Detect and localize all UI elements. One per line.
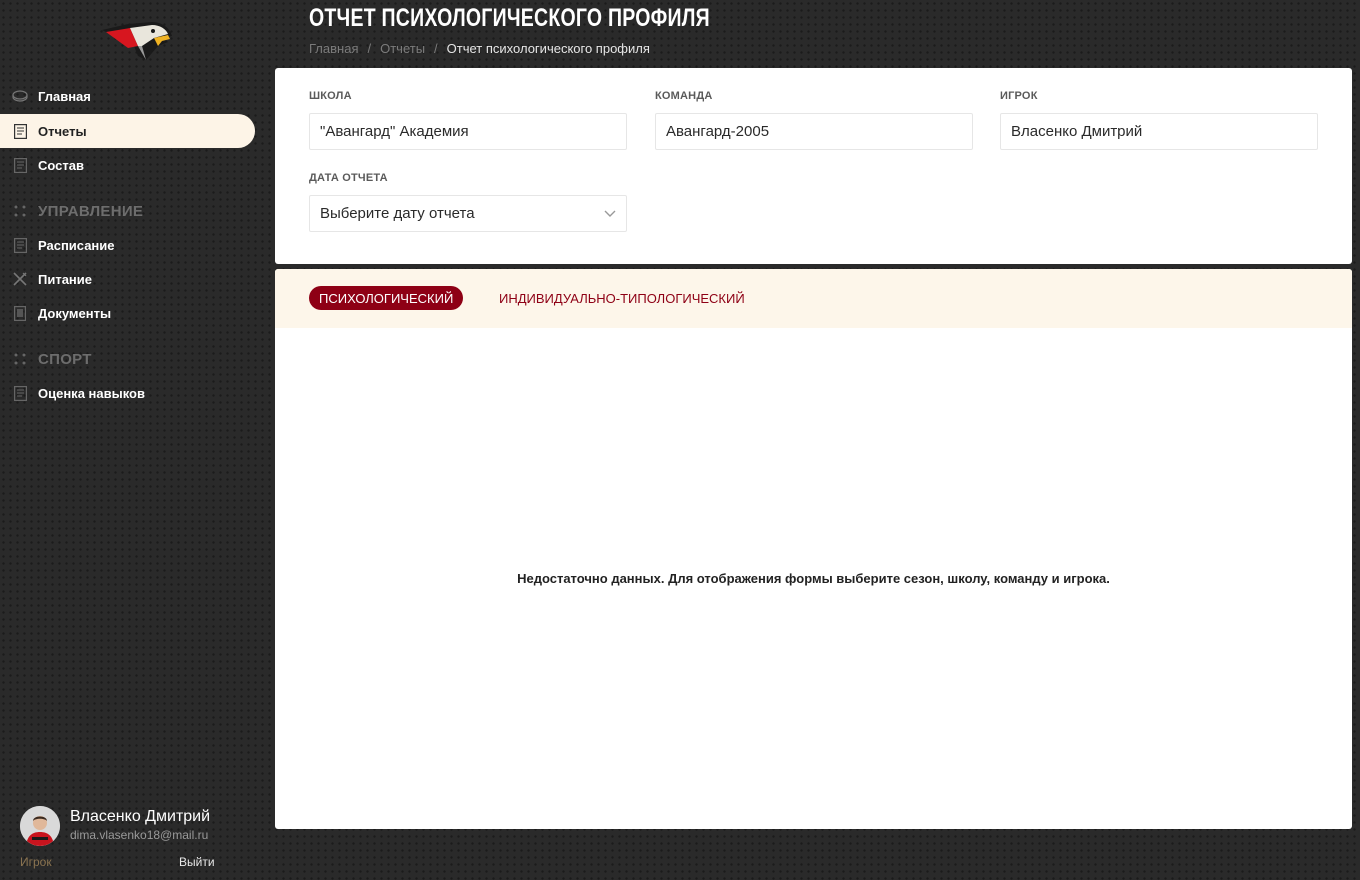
sidebar-item-home[interactable]: Главная (0, 79, 255, 113)
eagle-logo-icon (102, 22, 172, 60)
user-profile: Власенко Дмитрий dima.vlasenko18@mail.ru… (20, 806, 260, 872)
sidebar-item-label: Оценка навыков (38, 385, 145, 401)
tab-individual-typological[interactable]: ИНДИВИДУАЛЬНО-ТИПОЛОГИЧЕСКИЙ (499, 286, 745, 310)
filter-panel: ШКОЛА "Авангард" Академия КОМАНДА Аванга… (275, 68, 1352, 264)
breadcrumb-separator: / (367, 41, 372, 56)
empty-state-message: Недостаточно данных. Для отображения фор… (517, 571, 1110, 586)
tabs-bar: ПСИХОЛОГИЧЕСКИЙ ИНДИВИДУАЛЬНО-ТИПОЛОГИЧЕ… (275, 269, 1352, 328)
sidebar-item-label: Состав (38, 157, 84, 173)
report-date-select[interactable]: Выберите дату отчета (309, 195, 627, 232)
sidebar-item-skills[interactable]: Оценка навыков (0, 376, 255, 410)
breadcrumb: Главная / Отчеты / Отчет психологическог… (309, 41, 650, 56)
player-label: ИГРОК (1000, 90, 1038, 102)
section-management: УПРАВЛЕНИЕ (0, 196, 255, 226)
puck-icon (12, 88, 28, 104)
avatar[interactable] (20, 806, 60, 846)
tab-psychological[interactable]: ПСИХОЛОГИЧЕСКИЙ (309, 286, 464, 310)
breadcrumb-separator: / (434, 41, 438, 56)
report-date-field: ДАТА ОТЧЕТА Выберите дату отчета (309, 172, 627, 232)
report-date-placeholder: Выберите дату отчета (320, 205, 475, 222)
team-value: Авангард-2005 (666, 123, 770, 140)
page-title: ОТЧЕТ ПСИХОЛОГИЧЕСКОГО ПРОФИЛЯ (309, 4, 710, 32)
sidebar: Главная Отчеты Состав УПРАВЛЕНИЕ Расписа… (0, 0, 275, 880)
cutlery-icon (12, 271, 28, 287)
report-icon (12, 123, 28, 139)
player-value: Власенко Дмитрий (1011, 123, 1143, 140)
team-field: КОМАНДА Авангард-2005 (655, 90, 973, 150)
breadcrumb-current: Отчет психологического профиля (446, 41, 650, 56)
dots-icon (12, 203, 28, 219)
school-label: ШКОЛА (309, 90, 352, 102)
folder-icon (12, 305, 28, 321)
user-email: dima.vlasenko18@mail.ru (70, 828, 209, 842)
document-icon (12, 237, 28, 253)
team-select[interactable]: Авангард-2005 (655, 113, 973, 150)
school-value: "Авангард" Академия (320, 123, 469, 140)
section-title: УПРАВЛЕНИЕ (38, 202, 144, 220)
sidebar-item-nutrition[interactable]: Питание (0, 262, 255, 296)
sidebar-item-reports[interactable]: Отчеты (0, 114, 255, 148)
logout-button[interactable]: Выйти (179, 855, 215, 869)
user-role: Игрок (20, 855, 52, 869)
sidebar-item-label: Документы (38, 305, 112, 321)
sidebar-item-label: Расписание (38, 237, 115, 253)
brand-logo[interactable] (98, 16, 176, 64)
breadcrumb-reports[interactable]: Отчеты (380, 41, 425, 56)
sidebar-item-roster[interactable]: Состав (0, 148, 255, 182)
sidebar-item-label: Отчеты (38, 123, 87, 139)
dots-icon (12, 351, 28, 367)
team-label: КОМАНДА (655, 90, 713, 102)
report-panel: ПСИХОЛОГИЧЕСКИЙ ИНДИВИДУАЛЬНО-ТИПОЛОГИЧЕ… (275, 269, 1352, 829)
report-date-label: ДАТА ОТЧЕТА (309, 172, 388, 184)
section-sport: СПОРТ (0, 344, 255, 374)
sidebar-item-schedule[interactable]: Расписание (0, 228, 255, 262)
sidebar-item-documents[interactable]: Документы (0, 296, 255, 330)
school-field: ШКОЛА "Авангард" Академия (309, 90, 627, 150)
sidebar-item-label: Питание (38, 271, 93, 287)
document-icon (12, 385, 28, 401)
player-field: ИГРОК Власенко Дмитрий (1000, 90, 1318, 150)
section-title: СПОРТ (38, 350, 92, 368)
player-select[interactable]: Власенко Дмитрий (1000, 113, 1318, 150)
user-name: Власенко Дмитрий (70, 808, 211, 825)
sidebar-item-label: Главная (38, 88, 91, 104)
breadcrumb-home[interactable]: Главная (309, 41, 358, 56)
chevron-down-icon (604, 205, 616, 222)
document-icon (12, 157, 28, 173)
school-select[interactable]: "Авангард" Академия (309, 113, 627, 150)
